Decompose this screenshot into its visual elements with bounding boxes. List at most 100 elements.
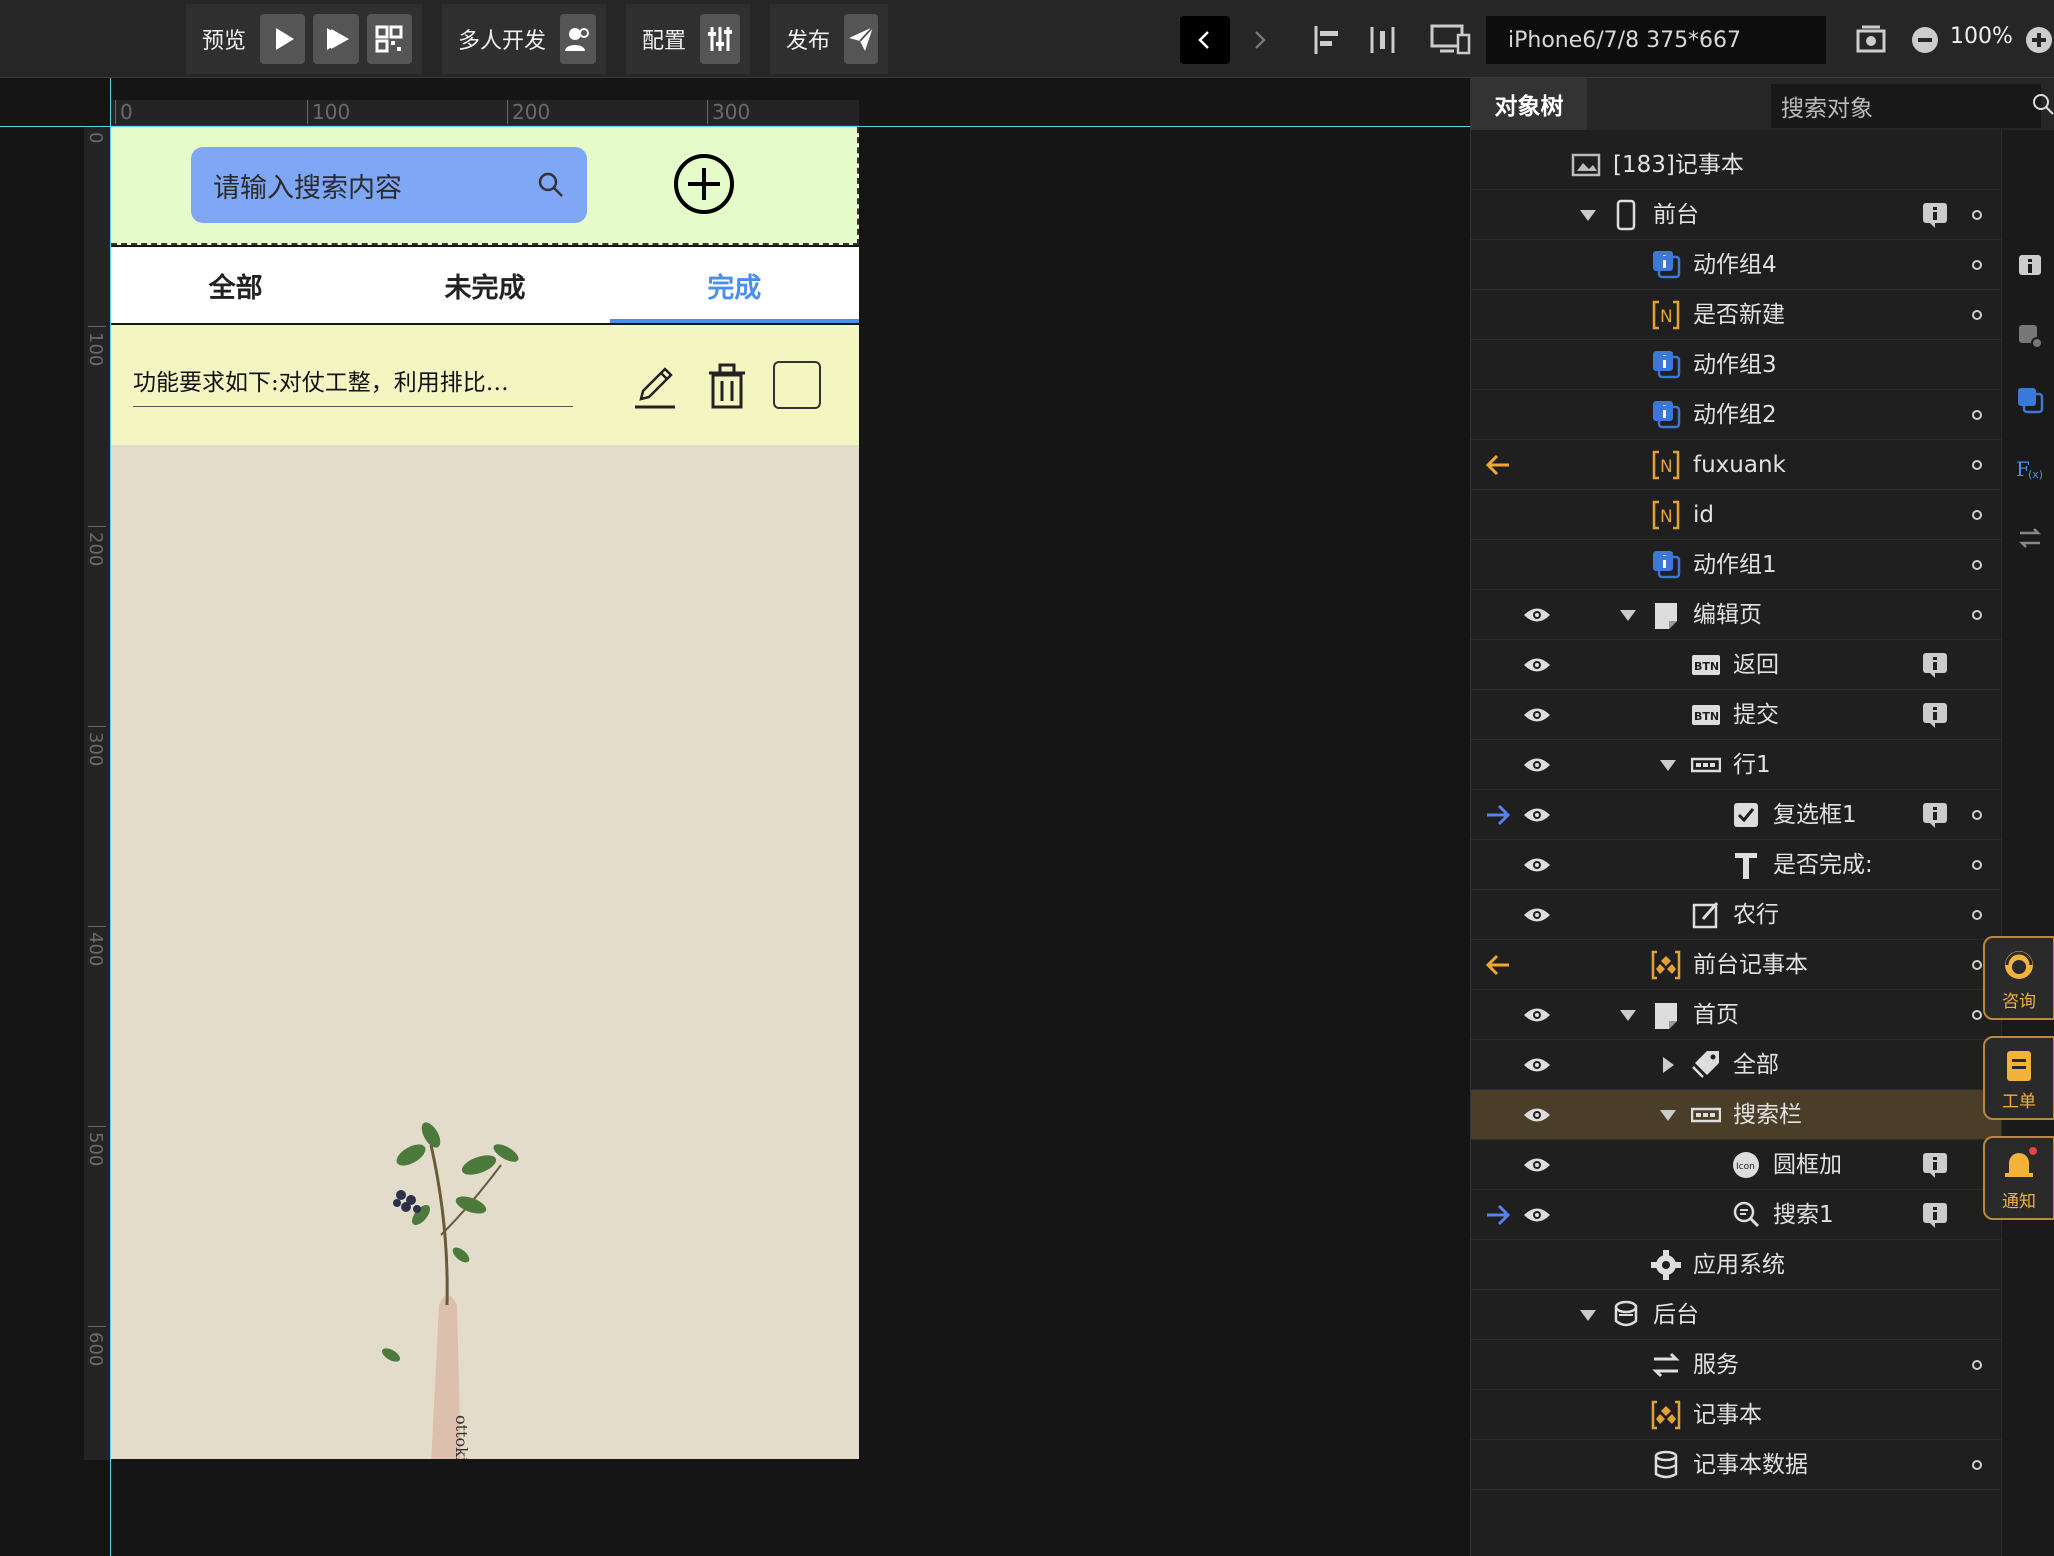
device-toggle-button[interactable] bbox=[1424, 16, 1478, 64]
tree-node[interactable]: 前台记事本 bbox=[1471, 940, 2001, 990]
tree-node[interactable]: BTN 提交 bbox=[1471, 690, 2001, 740]
info-icon[interactable] bbox=[2016, 252, 2044, 280]
config-button[interactable] bbox=[700, 14, 740, 64]
eye-icon[interactable] bbox=[1523, 656, 1551, 674]
eye-icon[interactable] bbox=[1523, 806, 1551, 824]
guide-line-vertical bbox=[110, 78, 111, 1556]
eye-icon[interactable] bbox=[1523, 756, 1551, 774]
tree-node[interactable]: 应用系统 bbox=[1471, 1240, 2001, 1290]
design-canvas[interactable]: 0 100 200 300 0 100 200 300 400 500 600 bbox=[0, 78, 1470, 1556]
tree-node[interactable]: 后台 bbox=[1471, 1290, 2001, 1340]
eye-icon[interactable] bbox=[1523, 606, 1551, 624]
collab-button[interactable] bbox=[560, 14, 596, 64]
caret-down-icon[interactable] bbox=[1579, 1306, 1597, 1324]
tree-node[interactable]: 编辑页 bbox=[1471, 590, 2001, 640]
align-left-button[interactable] bbox=[1304, 16, 1354, 64]
tree-node[interactable]: 首页 bbox=[1471, 990, 2001, 1040]
tree-node[interactable]: Nid bbox=[1471, 490, 2001, 540]
tree-node[interactable]: 搜索1 bbox=[1471, 1190, 2001, 1240]
publish-button[interactable] bbox=[844, 14, 878, 64]
tree-node[interactable]: 记事本 bbox=[1471, 1390, 2001, 1440]
play-step-button[interactable] bbox=[313, 14, 359, 64]
tree-node[interactable]: [183]记事本 bbox=[1471, 140, 2001, 190]
function-icon[interactable]: F(x) bbox=[2016, 454, 2044, 482]
tree-node[interactable]: 记事本数据 bbox=[1471, 1440, 2001, 1490]
tree-node[interactable]: N 是否新建 bbox=[1471, 290, 2001, 340]
tree-node[interactable]: Icon 圆框加 bbox=[1471, 1140, 2001, 1190]
caret-down-icon[interactable] bbox=[1619, 1006, 1637, 1024]
pencil-icon[interactable] bbox=[631, 363, 679, 411]
send-icon bbox=[849, 26, 874, 51]
tree-node[interactable]: 全部 bbox=[1471, 1040, 2001, 1090]
tree-node[interactable]: 动作组3 bbox=[1471, 340, 2001, 390]
tree-node[interactable]: 动作组2 bbox=[1471, 390, 2001, 440]
device-select[interactable]: iPhone6/7/8 375*667 bbox=[1486, 16, 1826, 64]
distribute-button[interactable] bbox=[1358, 16, 1408, 64]
trash-icon[interactable] bbox=[707, 363, 747, 409]
tree-node-label: [183]记事本 bbox=[1613, 152, 1744, 178]
search-bar-row[interactable]: 请输入搜索内容 bbox=[111, 127, 859, 245]
eye-icon[interactable] bbox=[1523, 1106, 1551, 1124]
eye-icon[interactable] bbox=[1523, 1206, 1551, 1224]
tab-object-tree[interactable]: 对象树 bbox=[1471, 78, 1587, 130]
transfer-icon[interactable] bbox=[2016, 524, 2044, 552]
tree-node[interactable]: Nfuxuank bbox=[1471, 440, 2001, 490]
eye-icon[interactable] bbox=[1523, 1006, 1551, 1024]
phone-preview[interactable]: ottokim 请输入搜索内容 全部 未完成 完成 功能要求如下:对仗工整，利用… bbox=[111, 127, 859, 1459]
info-icon[interactable] bbox=[1922, 1202, 1948, 1228]
search-icon[interactable] bbox=[2031, 92, 2054, 116]
tab-all[interactable]: 全部 bbox=[111, 247, 360, 323]
caret-right-icon[interactable] bbox=[1659, 1056, 1677, 1074]
tree-node[interactable]: 服务 bbox=[1471, 1340, 2001, 1390]
tree-node[interactable]: 搜索栏 bbox=[1471, 1090, 2001, 1140]
tree-node[interactable]: BTN 返回 bbox=[1471, 640, 2001, 690]
tree-node[interactable]: 复选框1 bbox=[1471, 790, 2001, 840]
info-icon[interactable] bbox=[1922, 802, 1948, 828]
forward-button[interactable] bbox=[1234, 16, 1284, 64]
info-settings-icon[interactable] bbox=[2016, 322, 2044, 350]
play-icon bbox=[275, 28, 294, 50]
caret-down-icon[interactable] bbox=[1579, 206, 1597, 224]
caret-down-icon[interactable] bbox=[1659, 756, 1677, 774]
complete-checkbox[interactable] bbox=[773, 361, 821, 409]
tree-node[interactable]: 动作组1 bbox=[1471, 540, 2001, 590]
zoom-out-button[interactable] bbox=[1900, 16, 1950, 64]
action-group-icon[interactable] bbox=[2016, 386, 2044, 414]
tab-incomplete[interactable]: 未完成 bbox=[360, 247, 609, 323]
eye-icon[interactable] bbox=[1523, 706, 1551, 724]
screenshot-button[interactable] bbox=[1846, 16, 1896, 64]
note-text[interactable]: 功能要求如下:对仗工整，利用排比… bbox=[133, 363, 573, 407]
eye-icon[interactable] bbox=[1523, 856, 1551, 874]
arrow-right-icon bbox=[1487, 804, 1511, 826]
page-icon bbox=[1651, 999, 1681, 1031]
play-button[interactable] bbox=[260, 14, 306, 64]
status-dot bbox=[1972, 210, 1982, 220]
info-icon[interactable] bbox=[1922, 702, 1948, 728]
info-icon[interactable] bbox=[1922, 202, 1948, 228]
object-search-input[interactable]: 搜索对象 bbox=[1771, 84, 2041, 128]
tree-node[interactable]: 前台 bbox=[1471, 190, 2001, 240]
note-row[interactable]: 功能要求如下:对仗工整，利用排比… bbox=[111, 325, 859, 445]
zoom-in-button[interactable] bbox=[2024, 16, 2054, 64]
tab-complete[interactable]: 完成 bbox=[609, 247, 859, 323]
search-icon[interactable] bbox=[537, 171, 565, 199]
back-button[interactable] bbox=[1180, 16, 1230, 64]
qrcode-button[interactable] bbox=[366, 14, 412, 64]
add-circle-icon[interactable] bbox=[673, 153, 735, 215]
info-icon[interactable] bbox=[1922, 1152, 1948, 1178]
tree-node[interactable]: 是否完成: bbox=[1471, 840, 2001, 890]
search-input[interactable]: 请输入搜索内容 bbox=[191, 147, 587, 223]
info-icon[interactable] bbox=[1922, 652, 1948, 678]
ticket-button[interactable]: 工单 bbox=[1983, 1036, 2054, 1120]
caret-down-icon[interactable] bbox=[1659, 1106, 1677, 1124]
eye-icon[interactable] bbox=[1523, 1156, 1551, 1174]
eye-icon[interactable] bbox=[1523, 906, 1551, 924]
eye-icon[interactable] bbox=[1523, 1056, 1551, 1074]
tree-node[interactable]: 动作组4 bbox=[1471, 240, 2001, 290]
plant-illustration: ottokim bbox=[381, 1122, 519, 1459]
caret-down-icon[interactable] bbox=[1619, 606, 1637, 624]
tree-node[interactable]: 农行 bbox=[1471, 890, 2001, 940]
consult-button[interactable]: 咨询 bbox=[1983, 936, 2054, 1020]
tree-node[interactable]: 行1 bbox=[1471, 740, 2001, 790]
notify-button[interactable]: 通知 bbox=[1983, 1136, 2054, 1220]
